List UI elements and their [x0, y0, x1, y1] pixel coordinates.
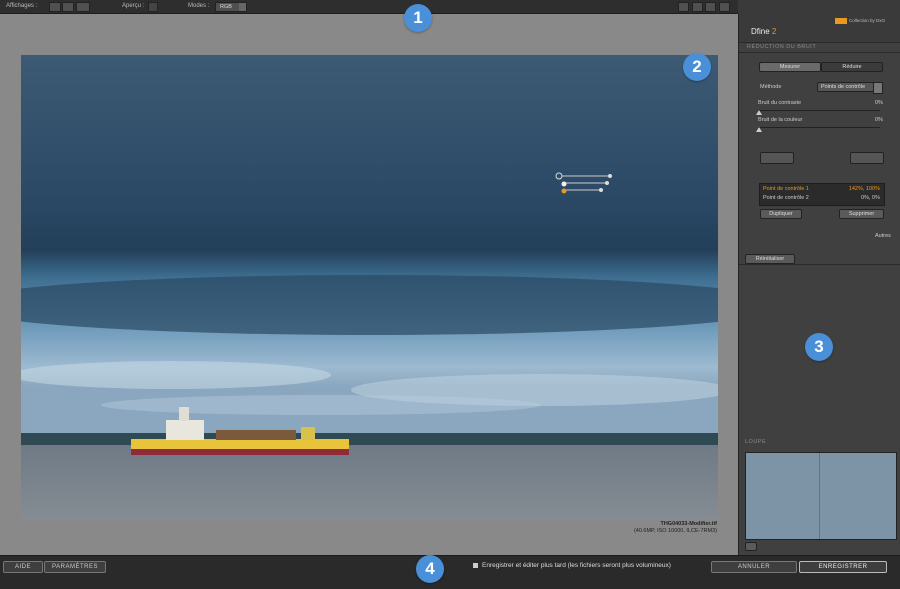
image-filename: THG04033-Modifier.tif — [660, 521, 717, 527]
color-noise-row: Bruit de la couleur — [758, 117, 802, 123]
loupe-title[interactable]: LOUPE — [745, 439, 766, 445]
landscape-photo-image — [21, 55, 718, 520]
color-noise-label: Bruit de la couleur — [758, 117, 803, 123]
tab-reduce[interactable]: Réduire — [821, 62, 883, 72]
contrast-noise-value: 0% — [875, 100, 883, 106]
callout-badge-1: 1 — [404, 4, 432, 32]
panel-title-main: Dfine — [751, 27, 770, 36]
split-view-button[interactable] — [62, 2, 74, 12]
nik-logo-icon — [835, 18, 847, 24]
divider — [739, 52, 900, 53]
chevron-down-icon — [239, 3, 246, 11]
control-point-2-value: 0%, 0% — [861, 195, 880, 201]
loupe-pin-icon[interactable] — [745, 542, 757, 551]
panel-header: Collection by DxO Dfine 2 — [739, 14, 900, 43]
control-point-1-name[interactable]: Point de contrôle 1 — [763, 186, 809, 192]
callout-badge-3: 3 — [805, 333, 833, 361]
brand-label: Collection by DxO — [849, 18, 886, 23]
top-toolbar: Affichages : Aperçu : Modes : RGB — [0, 0, 738, 14]
pointer-tool-icon[interactable] — [678, 2, 689, 12]
side-by-side-view-button[interactable] — [76, 2, 90, 12]
image-meta: (40.6MP, ISO 10000, ILCE-7RM3) — [633, 528, 717, 534]
control-point-2-name[interactable]: Point de contrôle 2 — [763, 195, 809, 201]
preview-toggle-icon[interactable] — [148, 2, 158, 12]
contrast-noise-slider[interactable] — [758, 110, 880, 111]
image-caption: THG04033-Modifier.tif (40.6MP, ISO 10000… — [634, 521, 717, 535]
save-later-checkbox[interactable] — [473, 563, 478, 568]
single-view-button[interactable] — [49, 2, 61, 12]
callout-badge-2: 2 — [683, 53, 711, 81]
save-later-label: Enregistrer et éditer plus tard (les fic… — [482, 562, 671, 569]
method-label: Méthode — [760, 84, 782, 90]
color-slider-thumb[interactable] — [756, 127, 762, 132]
help-button[interactable]: AIDE — [3, 561, 43, 573]
color-noise-slider[interactable] — [758, 127, 880, 128]
preview-canvas[interactable]: THG04033-Modifier.tif (40.6MP, ISO 10000… — [0, 14, 738, 555]
control-point-widget[interactable] — [555, 172, 617, 198]
method-select[interactable]: Points de contrôle — [817, 82, 874, 92]
delete-button[interactable]: Supprimer — [839, 209, 884, 219]
method-value: Points de contrôle — [821, 84, 866, 90]
control-point-1-value: 142%, 100% — [848, 186, 880, 192]
control-point-list: Point de contrôle 1 142%, 100% Point de … — [759, 183, 885, 206]
cancel-button[interactable]: ANNULER — [711, 561, 797, 573]
chevron-down-icon[interactable] — [873, 82, 883, 94]
contrast-noise-row: Bruit du contraste — [758, 100, 801, 106]
zoom-tool-icon[interactable] — [692, 2, 703, 12]
add-sample-point-button[interactable] — [850, 152, 884, 164]
settings-button[interactable]: PARAMÈTRES — [44, 561, 106, 573]
add-control-point-button[interactable] — [760, 152, 794, 164]
save-button[interactable]: ENREGISTRER — [799, 561, 887, 573]
reset-button[interactable]: Réinitialiser — [745, 254, 795, 264]
loupe-view[interactable] — [745, 452, 897, 540]
mode-select[interactable]: RGB — [215, 2, 247, 12]
affichages-label: Affichages : — [6, 3, 38, 9]
contrast-slider-thumb[interactable] — [756, 110, 762, 115]
callout-badge-4: 4 — [416, 555, 444, 583]
panel-title-num: 2 — [771, 27, 777, 36]
right-panel: Collection by DxO Dfine 2 RÉDUCTION DU B… — [738, 14, 900, 555]
apercu-label: Aperçu : — [122, 3, 145, 9]
divider — [739, 264, 900, 265]
info-tool-icon[interactable] — [719, 2, 730, 12]
tab-measure[interactable]: Mesurer — [759, 62, 821, 72]
color-noise-value: 0% — [875, 117, 883, 123]
panel-title: Dfine 2 — [751, 27, 776, 36]
contrast-noise-label: Bruit du contraste — [758, 100, 802, 106]
photo-preview[interactable] — [21, 55, 718, 520]
others-toggle[interactable]: Autres — [875, 233, 891, 239]
hand-tool-icon[interactable] — [705, 2, 716, 12]
modes-label: Modes : — [188, 3, 210, 9]
mode-value: RGB — [220, 4, 232, 10]
section-title: RÉDUCTION DU BRUIT — [747, 44, 817, 50]
loupe-split-line[interactable] — [819, 453, 820, 539]
bottom-bar: AIDE PARAMÈTRES Enregistrer et éditer pl… — [0, 555, 900, 589]
duplicate-button[interactable]: Dupliquer — [760, 209, 802, 219]
